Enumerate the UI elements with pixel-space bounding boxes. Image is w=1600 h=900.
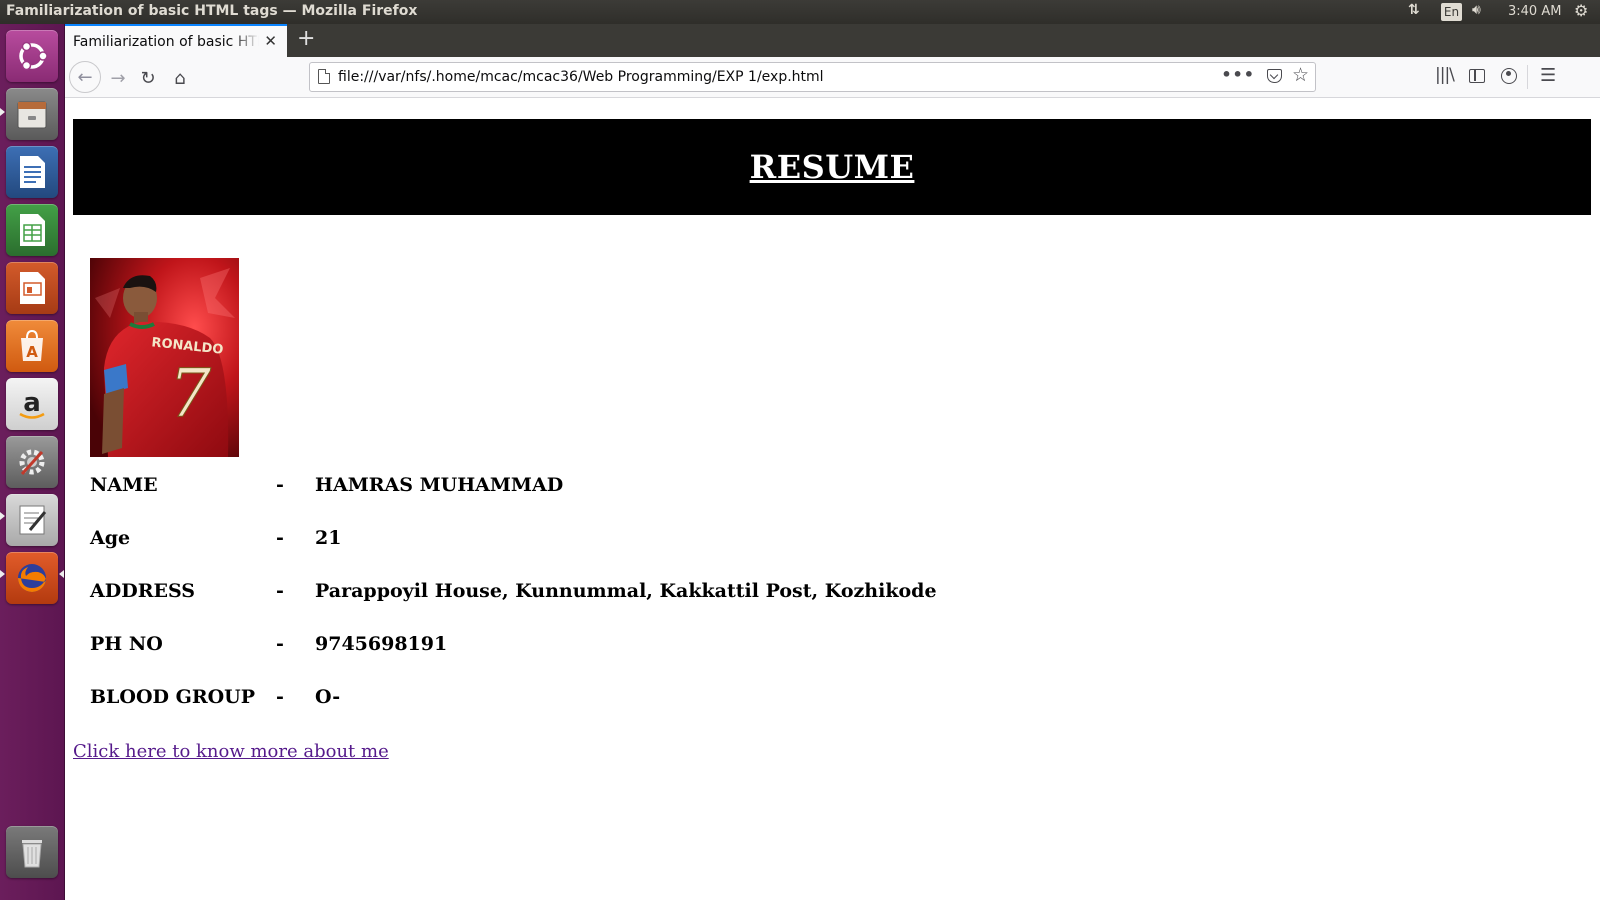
launcher: A a	[0, 24, 65, 900]
more-about-me-link[interactable]: Click here to know more about me	[73, 741, 389, 762]
detail-label: NAME	[90, 474, 158, 496]
libreoffice-writer-icon[interactable]	[6, 146, 58, 198]
page-info-icon[interactable]	[318, 69, 330, 84]
files-icon[interactable]	[6, 88, 58, 140]
amazon-icon[interactable]: a	[6, 378, 58, 430]
page-content: RESUME RONALDO 7 NAME - HAMRAS MUHAMMAD …	[65, 98, 1600, 900]
tab-active[interactable]: Familiarization of basic HTML tags ✕	[65, 24, 287, 57]
navigation-toolbar: ← → ↻ ⌂ file:///var/nfs/.home/mcac/mcac3…	[65, 57, 1600, 98]
firefox-icon[interactable]	[6, 552, 58, 604]
keyboard-language-indicator[interactable]: En	[1441, 3, 1462, 21]
detail-separator: -	[276, 686, 284, 708]
svg-text:a: a	[23, 388, 41, 418]
sidebar-toggle-icon[interactable]	[1469, 69, 1485, 83]
svg-text:A: A	[26, 343, 38, 361]
detail-separator: -	[276, 580, 284, 602]
network-icon[interactable]: ⇅	[1408, 2, 1420, 18]
running-indicator	[0, 108, 5, 116]
detail-value: 9745698191	[315, 633, 448, 655]
running-indicator	[0, 570, 5, 578]
system-settings-icon[interactable]	[6, 436, 58, 488]
tab-close-icon[interactable]: ✕	[264, 32, 277, 50]
detail-value: HAMRAS MUHAMMAD	[315, 474, 564, 496]
url-bar[interactable]: file:///var/nfs/.home/mcac/mcac36/Web Pr…	[309, 62, 1316, 92]
url-text[interactable]: file:///var/nfs/.home/mcac/mcac36/Web Pr…	[338, 69, 824, 85]
trash-icon[interactable]	[6, 826, 58, 878]
detail-value: O-	[315, 686, 341, 708]
window-title: Familiarization of basic HTML tags — Moz…	[6, 3, 418, 19]
active-indicator	[59, 570, 64, 578]
detail-value: Parappoyil House, Kunnummal, Kakkattil P…	[315, 580, 937, 602]
resume-title: RESUME	[749, 148, 915, 186]
running-indicator	[0, 512, 5, 520]
profile-photo: RONALDO 7	[90, 258, 239, 457]
ubuntu-dash-icon[interactable]	[6, 30, 58, 82]
hamburger-menu-icon[interactable]: ☰	[1540, 65, 1556, 86]
account-icon[interactable]	[1501, 68, 1517, 84]
clock[interactable]: 3:40 AM	[1508, 4, 1561, 19]
libreoffice-calc-icon[interactable]	[6, 204, 58, 256]
new-tab-button[interactable]: +	[297, 27, 315, 51]
page-actions-icon[interactable]: •••	[1221, 65, 1255, 84]
toolbar-divider	[1527, 65, 1528, 89]
library-icon[interactable]: |||\	[1435, 65, 1455, 85]
volume-icon[interactable]: 🔊︎	[1472, 2, 1481, 18]
jersey-number: 7	[169, 355, 211, 432]
forward-button[interactable]: →	[103, 63, 133, 93]
libreoffice-impress-icon[interactable]	[6, 262, 58, 314]
bookmark-star-icon[interactable]: ☆	[1292, 64, 1309, 86]
detail-label: PH NO	[90, 633, 163, 655]
detail-separator: -	[276, 474, 284, 496]
detail-label: BLOOD GROUP	[90, 686, 256, 708]
home-button[interactable]: ⌂	[165, 63, 195, 93]
detail-separator: -	[276, 527, 284, 549]
back-button[interactable]: ←	[69, 61, 101, 93]
detail-label: ADDRESS	[90, 580, 195, 602]
top-panel: Familiarization of basic HTML tags — Moz…	[0, 0, 1600, 24]
detail-label: Age	[90, 527, 131, 549]
pocket-icon[interactable]	[1267, 69, 1282, 83]
text-editor-icon[interactable]	[6, 494, 58, 546]
reload-button[interactable]: ↻	[133, 63, 163, 93]
detail-value: 21	[315, 527, 342, 549]
tab-title: Familiarization of basic HTML tags	[73, 33, 259, 50]
tab-strip	[65, 24, 1600, 57]
detail-separator: -	[276, 633, 284, 655]
system-gear-icon[interactable]: ⚙	[1574, 1, 1588, 20]
resume-header: RESUME	[73, 119, 1591, 215]
ubuntu-software-icon[interactable]: A	[6, 320, 58, 372]
